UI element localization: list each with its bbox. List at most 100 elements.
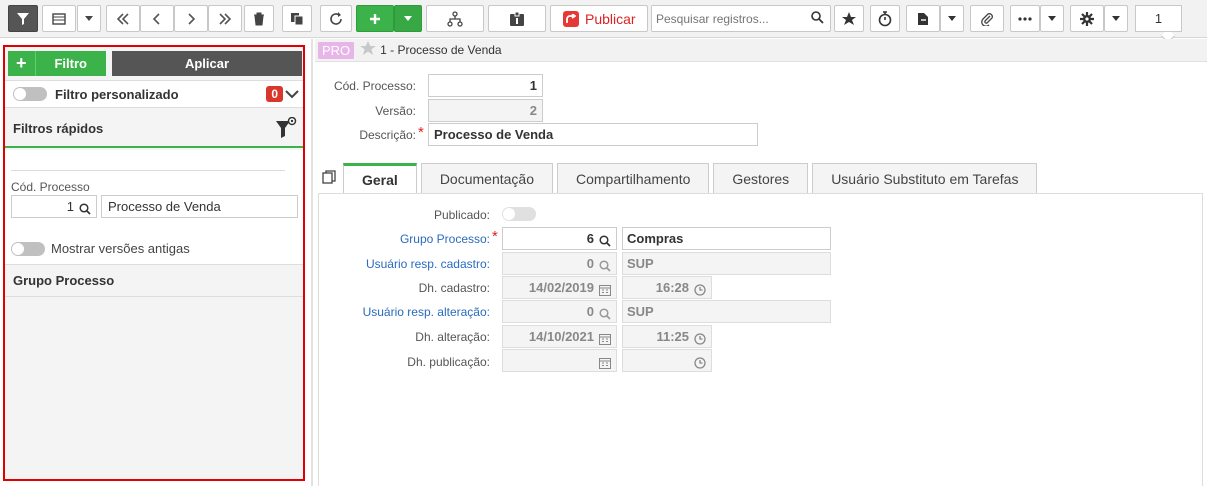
- dh-publicacao-label: Dh. publicação:: [407, 355, 490, 369]
- filter-panel: + Filtro Aplicar Filtro personalizado 0 …: [3, 45, 305, 481]
- settings-button[interactable]: [1070, 5, 1104, 32]
- quick-filters-body: Cód. Processo 1 Processo de Venda Mostra…: [5, 150, 303, 264]
- first-record-button[interactable]: [106, 5, 140, 32]
- grupo-processo-name-field[interactable]: Compras: [622, 227, 831, 250]
- filter-cod-processo-value: 1: [66, 199, 74, 214]
- star-icon: [842, 11, 856, 25]
- custom-filter-row: Filtro personalizado 0: [5, 80, 303, 108]
- add-dropdown[interactable]: [394, 5, 422, 32]
- more-options-button[interactable]: [1010, 5, 1040, 32]
- copy-icon: [291, 12, 304, 25]
- usuario-cadastro-code-field: 0: [502, 252, 617, 275]
- grupo-processo-section[interactable]: Grupo Processo: [5, 264, 303, 297]
- timer-button[interactable]: [870, 5, 900, 32]
- search-icon[interactable]: [599, 232, 611, 253]
- last-record-button[interactable]: [208, 5, 242, 32]
- plus-icon: [370, 13, 380, 24]
- record-title: 1 - Processo de Venda: [380, 43, 502, 57]
- tab-gestores[interactable]: Gestores: [713, 163, 809, 193]
- list-view-button[interactable]: [42, 5, 76, 32]
- dh-cadastro-time-field: 16:28: [622, 276, 712, 299]
- flow-diagram-button[interactable]: [426, 5, 484, 32]
- grupo-processo-code-field[interactable]: 6: [502, 227, 617, 250]
- dh-alteracao-time-field: 11:25: [622, 325, 712, 348]
- dh-alteracao-label: Dh. alteração:: [415, 330, 490, 344]
- document-button[interactable]: [906, 5, 940, 32]
- caret-down-icon: [85, 16, 93, 21]
- document-icon: [918, 12, 928, 25]
- copy-button[interactable]: [282, 5, 312, 32]
- search-icon[interactable]: [79, 200, 91, 221]
- stopwatch-icon: [878, 10, 892, 26]
- show-old-versions-toggle[interactable]: [11, 241, 45, 256]
- refresh-icon: [330, 11, 342, 25]
- publicado-label: Publicado:: [433, 208, 490, 222]
- gear-icon: [1080, 11, 1094, 26]
- search-icon[interactable]: [811, 11, 824, 27]
- next-record-button[interactable]: [174, 5, 208, 32]
- add-filter-button[interactable]: + Filtro: [8, 51, 106, 76]
- filter-toggle-button[interactable]: [8, 5, 38, 32]
- duplicate-window-icon[interactable]: [322, 170, 336, 187]
- add-button[interactable]: [356, 5, 394, 32]
- dh-cadastro-time: 16:28: [655, 280, 689, 295]
- filter-processo-name-field[interactable]: Processo de Venda: [101, 195, 298, 218]
- usuario-cadastro-code: 0: [586, 256, 594, 271]
- usuario-alteracao-code: 0: [586, 304, 594, 319]
- required-asterisk: *: [492, 228, 498, 245]
- usuario-alteracao-code-field: 0: [502, 300, 617, 323]
- dh-alteracao-date: 14/10/2021: [528, 329, 594, 344]
- dh-publicacao-date-field: [502, 349, 617, 372]
- trash-icon: [254, 12, 264, 25]
- star-icon[interactable]: [360, 41, 376, 59]
- settings-dropdown[interactable]: [1104, 5, 1128, 32]
- document-dropdown[interactable]: [940, 5, 964, 32]
- caret-down-icon: [1048, 16, 1056, 21]
- search-input[interactable]: [652, 6, 802, 31]
- caret-down-icon: [1112, 16, 1120, 21]
- flowchart-icon: [447, 10, 463, 27]
- delete-button[interactable]: [244, 5, 274, 32]
- custom-filter-toggle[interactable]: [13, 87, 47, 101]
- grupo-processo-label[interactable]: Grupo Processo:: [330, 232, 490, 246]
- grupo-processo-code: 6: [586, 231, 594, 246]
- filter-count-badge: 0: [266, 86, 283, 102]
- publish-button[interactable]: Publicar: [550, 5, 648, 32]
- search-icon: [599, 257, 611, 278]
- tab-compartilhamento[interactable]: Compartilhamento: [556, 163, 710, 193]
- tab-bar: Geral Documentação Compartilhamento Gest…: [343, 163, 1041, 194]
- custom-filter-label: Filtro personalizado: [55, 86, 179, 102]
- more-options-dropdown[interactable]: [1040, 5, 1064, 32]
- previous-record-button[interactable]: [140, 5, 174, 32]
- favorite-button[interactable]: [834, 5, 864, 32]
- search-icon: [599, 305, 611, 326]
- usuario-cadastro-label[interactable]: Usuário resp. cadastro:: [330, 257, 490, 271]
- usuario-alteracao-name-field: SUP: [622, 300, 831, 323]
- attachment-button[interactable]: [970, 5, 1004, 32]
- required-asterisk: *: [418, 124, 424, 141]
- versao-label: Versão:: [375, 104, 416, 118]
- double-chevron-left-icon: [116, 12, 129, 25]
- dh-alteracao-time: 11:25: [656, 329, 689, 344]
- usuario-alteracao-label[interactable]: Usuário resp. alteração:: [330, 305, 490, 319]
- filter-panel-header: + Filtro Aplicar: [8, 51, 302, 76]
- apply-filter-button[interactable]: Aplicar: [111, 51, 302, 76]
- filter-settings-icon[interactable]: [275, 116, 297, 142]
- cod-processo-field[interactable]: 1: [428, 74, 543, 97]
- info-button[interactable]: [488, 5, 546, 32]
- tab-usuario-substituto[interactable]: Usuário Substituto em Tarefas: [812, 163, 1038, 193]
- dh-publicacao-time-field: [622, 349, 712, 372]
- tab-documentacao[interactable]: Documentação: [420, 163, 553, 193]
- descricao-field[interactable]: Processo de Venda: [428, 123, 758, 146]
- chevron-down-icon[interactable]: [285, 87, 299, 102]
- filter-cod-processo-input[interactable]: 1: [11, 195, 97, 218]
- tab-geral[interactable]: Geral: [343, 163, 417, 194]
- publish-label: Publicar: [585, 10, 636, 27]
- cod-processo-label: Cód. Processo:: [333, 79, 416, 93]
- panel-splitter[interactable]: [311, 39, 313, 486]
- list-view-dropdown[interactable]: [77, 5, 101, 32]
- chevron-left-icon: [152, 12, 160, 25]
- refresh-button[interactable]: [320, 5, 352, 32]
- publish-icon: [563, 10, 579, 27]
- double-chevron-right-icon: [219, 12, 232, 25]
